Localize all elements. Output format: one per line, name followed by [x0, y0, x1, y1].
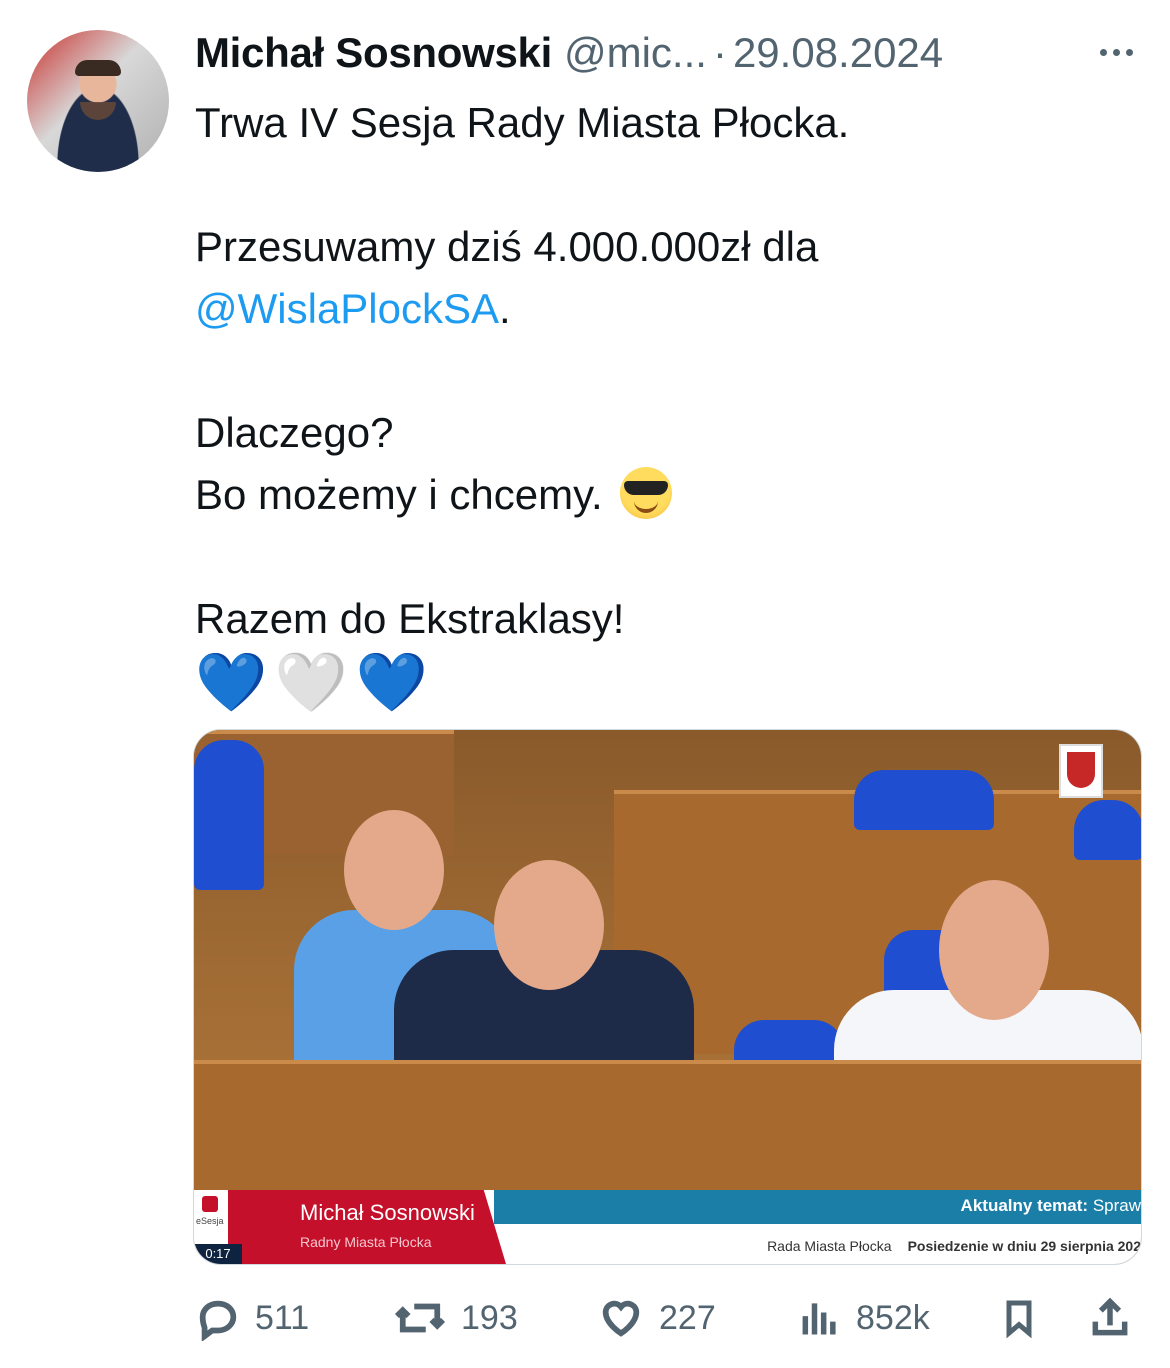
repost-button[interactable]: 193 — [393, 1288, 518, 1348]
speaker-banner: Michał Sosnowski Radny Miasta Płocka — [228, 1190, 506, 1264]
video-media[interactable]: Aktualny temat: Spraw Michał Sosnowski R… — [193, 729, 1142, 1265]
author-handle[interactable]: @mic... — [564, 29, 707, 77]
speaker-name: Michał Sosnowski — [300, 1200, 475, 1225]
tweet-line-4: Bo możemy i chcemy. — [195, 464, 1125, 526]
tweet-line-2: Przesuwamy dziś 4.000.000zł dla — [195, 223, 819, 270]
tweet-text: Trwa IV Sesja Rady Miasta Płocka. Przesu… — [195, 92, 1125, 714]
share-icon — [1092, 1297, 1128, 1336]
avatar-beard — [80, 102, 116, 120]
mention-suffix: . — [499, 285, 511, 332]
topic-bar: Aktualny temat: Spraw — [494, 1190, 1141, 1224]
views-count: 852k — [856, 1298, 930, 1337]
author-name[interactable]: Michał Sosnowski — [195, 29, 552, 77]
blue-heart-icon: 💙 — [355, 650, 428, 715]
white-heart-icon: 🤍 — [275, 650, 348, 715]
desk-front — [194, 1060, 1141, 1204]
speaker-head — [494, 860, 604, 990]
person-right-head — [939, 880, 1049, 1020]
tweet-actions: 511 193 227 852k — [193, 1288, 1142, 1348]
share-button[interactable] — [1088, 1288, 1132, 1348]
video-lower-third: Aktualny temat: Spraw Michał Sosnowski R… — [194, 1190, 1141, 1264]
heart-icon — [602, 1300, 640, 1337]
views-button[interactable]: 852k — [798, 1288, 930, 1348]
author-avatar[interactable] — [27, 30, 169, 172]
tweet-line-5: Razem do Ekstraklasy! — [195, 595, 625, 642]
more-options-icon[interactable] — [1092, 32, 1140, 72]
like-count: 227 — [659, 1298, 716, 1337]
tweet-header: Michał Sosnowski @mic... · 29.08.2024 — [195, 28, 943, 78]
reply-button[interactable]: 511 — [195, 1288, 309, 1348]
blue-seat — [854, 770, 994, 830]
reply-icon — [199, 1300, 237, 1341]
hearts-row: 💙 🤍 💙 — [195, 652, 1125, 714]
session-info: Rada Miasta Płocka Posiedzenie w dniu 29 … — [767, 1238, 1141, 1254]
views-chart-icon — [802, 1303, 836, 1335]
separator-dot: · — [712, 29, 727, 76]
blue-seat — [1074, 800, 1141, 860]
video-timestamp: 0:17 — [194, 1244, 242, 1264]
bookmark-button[interactable] — [999, 1288, 1039, 1348]
esesja-logo-icon — [202, 1196, 218, 1212]
like-button[interactable]: 227 — [597, 1288, 716, 1348]
avatar-hair — [75, 60, 121, 76]
bookmark-icon — [1006, 1300, 1032, 1339]
speaker-role: Radny Miasta Płocka — [300, 1234, 432, 1250]
blue-seat — [194, 740, 264, 890]
tweet-line-3: Dlaczego? — [195, 409, 394, 456]
sunglasses-emoji-icon — [620, 467, 673, 519]
person-left-head — [344, 810, 444, 930]
city-crest-icon — [1059, 744, 1103, 798]
repost-count: 193 — [461, 1298, 518, 1337]
blue-heart-icon: 💙 — [195, 650, 268, 715]
tweet-date[interactable]: 29.08.2024 — [733, 29, 943, 77]
reply-count: 511 — [255, 1298, 310, 1337]
repost-icon — [394, 1303, 446, 1333]
topic-text: Aktualny temat: Spraw — [960, 1196, 1141, 1215]
mention-link[interactable]: @WislaPlockSA — [195, 285, 499, 332]
tweet-line-mention: @WislaPlockSA. — [195, 278, 1125, 340]
tweet-line-1: Trwa IV Sesja Rady Miasta Płocka. — [195, 99, 850, 146]
